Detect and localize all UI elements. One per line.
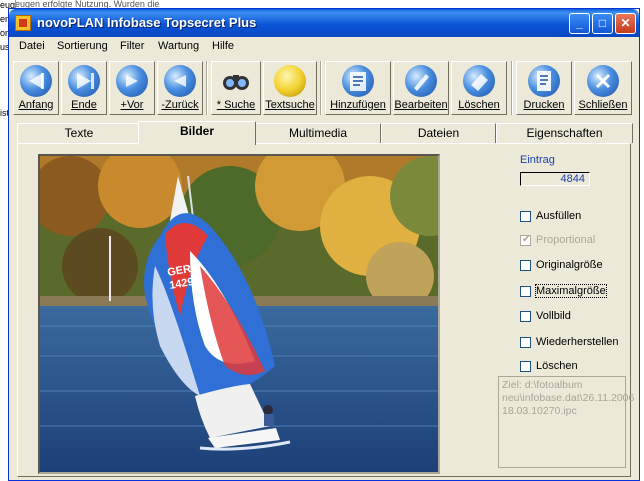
sailboat-photo[interactable]: GER 1429 bbox=[38, 154, 440, 474]
drucken-button[interactable]: Drucken bbox=[516, 61, 572, 115]
tab-texte[interactable]: Texte bbox=[17, 123, 141, 143]
checkbox-box[interactable] bbox=[520, 260, 531, 271]
checkbox-box[interactable] bbox=[520, 311, 531, 322]
maximize-button[interactable]: □ bbox=[592, 13, 613, 34]
toolbar-separator bbox=[320, 61, 322, 115]
tab-strip: Texte Bilder Multimedia Dateien Eigensch… bbox=[17, 121, 633, 145]
print-icon bbox=[528, 65, 560, 97]
anfang-button[interactable]: Anfang bbox=[13, 61, 59, 115]
ausfuellen-checkbox[interactable]: Ausfüllen bbox=[520, 210, 638, 226]
vor-label: +Vor bbox=[120, 99, 144, 111]
eintrag-value: 4844 bbox=[520, 172, 590, 186]
tab-multimedia[interactable]: Multimedia bbox=[255, 123, 381, 143]
last-icon bbox=[68, 65, 100, 97]
tab-bilder[interactable]: Bilder bbox=[138, 121, 256, 145]
bild-loeschen-checkbox[interactable]: Löschen bbox=[520, 360, 638, 376]
menu-filter[interactable]: Filter bbox=[120, 40, 144, 52]
hinzufuegen-button[interactable]: Hinzufügen bbox=[325, 61, 391, 115]
originalgroesse-label: Originalgröße bbox=[536, 259, 603, 271]
zurueck-label: -Zurück bbox=[161, 99, 199, 111]
minimize-button[interactable]: _ bbox=[569, 13, 590, 34]
menu-wartung[interactable]: Wartung bbox=[158, 40, 199, 52]
drucken-label: Drucken bbox=[523, 99, 565, 111]
eraser-icon bbox=[463, 65, 495, 97]
loeschen-button[interactable]: Löschen bbox=[451, 61, 507, 115]
binoculars-icon bbox=[220, 65, 252, 97]
checkbox-box: ✔ bbox=[520, 234, 531, 246]
menu-bar: Datei Sortierung Filter Wartung Hilfe bbox=[9, 37, 639, 57]
window-title: novoPLAN Infobase Topsecret Plus bbox=[37, 15, 257, 30]
wiederherstellen-checkbox[interactable]: Wiederherstellen bbox=[520, 336, 638, 352]
menu-datei[interactable]: Datei bbox=[19, 40, 45, 52]
wiederherstellen-label: Wiederherstellen bbox=[536, 336, 619, 348]
main-window: novoPLAN Infobase Topsecret Plus _ □ ✕ D… bbox=[8, 8, 640, 481]
checkbox-box[interactable] bbox=[520, 211, 531, 222]
hinzufuegen-label: Hinzufügen bbox=[330, 99, 386, 111]
schliessen-label: Schließen bbox=[578, 99, 628, 111]
textsuche-label: Textsuche bbox=[265, 99, 315, 111]
toolbar: Anfang Ende +Vor -Zurück * Suche Textsuc… bbox=[9, 59, 639, 119]
checkbox-box[interactable] bbox=[520, 286, 531, 297]
tab-eigenschaften[interactable]: Eigenschaften bbox=[496, 123, 633, 143]
menu-sortierung[interactable]: Sortierung bbox=[57, 40, 108, 52]
vollbild-checkbox[interactable]: Vollbild bbox=[520, 310, 638, 326]
title-bar[interactable]: novoPLAN Infobase Topsecret Plus _ □ ✕ bbox=[9, 9, 639, 37]
bearbeiten-button[interactable]: Bearbeiten bbox=[393, 61, 449, 115]
bearbeiten-label: Bearbeiten bbox=[394, 99, 448, 111]
vollbild-label: Vollbild bbox=[536, 310, 571, 322]
proportional-label: Proportional bbox=[536, 234, 596, 246]
menu-hilfe[interactable]: Hilfe bbox=[212, 40, 234, 52]
loeschen-label: Löschen bbox=[458, 99, 500, 111]
ende-button[interactable]: Ende bbox=[61, 61, 107, 115]
ende-label: Ende bbox=[71, 99, 97, 111]
bild-loeschen-label: Löschen bbox=[536, 360, 578, 372]
edit-icon bbox=[405, 65, 437, 97]
schliessen-button[interactable]: Schließen bbox=[574, 61, 632, 115]
check-icon: ✔ bbox=[522, 234, 531, 245]
toolbar-separator bbox=[206, 61, 208, 115]
proportional-checkbox: ✔ Proportional bbox=[520, 234, 638, 250]
zurueck-button[interactable]: -Zurück bbox=[157, 61, 203, 115]
close-button[interactable]: ✕ bbox=[615, 13, 636, 34]
first-icon bbox=[20, 65, 52, 97]
suche-label: * Suche bbox=[216, 99, 256, 111]
exit-icon bbox=[587, 65, 619, 97]
anfang-label: Anfang bbox=[18, 99, 54, 111]
add-icon bbox=[342, 65, 374, 97]
originalgroesse-checkbox[interactable]: Originalgröße bbox=[520, 259, 638, 275]
suche-button[interactable]: * Suche bbox=[211, 61, 261, 115]
ausfuellen-label: Ausfüllen bbox=[536, 210, 582, 222]
vor-button[interactable]: +Vor bbox=[109, 61, 155, 115]
toolbar-separator bbox=[511, 61, 513, 115]
target-path-text: Ziel: d:\fotoalbum neu\infobase.dat\26.1… bbox=[498, 376, 634, 468]
checkbox-box[interactable] bbox=[520, 337, 531, 348]
checkbox-box[interactable] bbox=[520, 361, 531, 372]
back-icon bbox=[164, 65, 196, 97]
maximalgroesse-label: Maximalgröße bbox=[535, 284, 607, 298]
lightbulb-icon bbox=[274, 65, 306, 97]
forward-icon bbox=[116, 65, 148, 97]
eintrag-label: Eintrag bbox=[520, 154, 555, 166]
image-panel: GER 1429 Eintrag 4844 Ausfüllen ✔ Propor… bbox=[17, 143, 634, 477]
app-icon[interactable] bbox=[15, 15, 31, 31]
tab-dateien[interactable]: Dateien bbox=[381, 123, 496, 143]
maximalgroesse-checkbox[interactable]: Maximalgröße bbox=[520, 284, 638, 301]
textsuche-button[interactable]: Textsuche bbox=[263, 61, 317, 115]
